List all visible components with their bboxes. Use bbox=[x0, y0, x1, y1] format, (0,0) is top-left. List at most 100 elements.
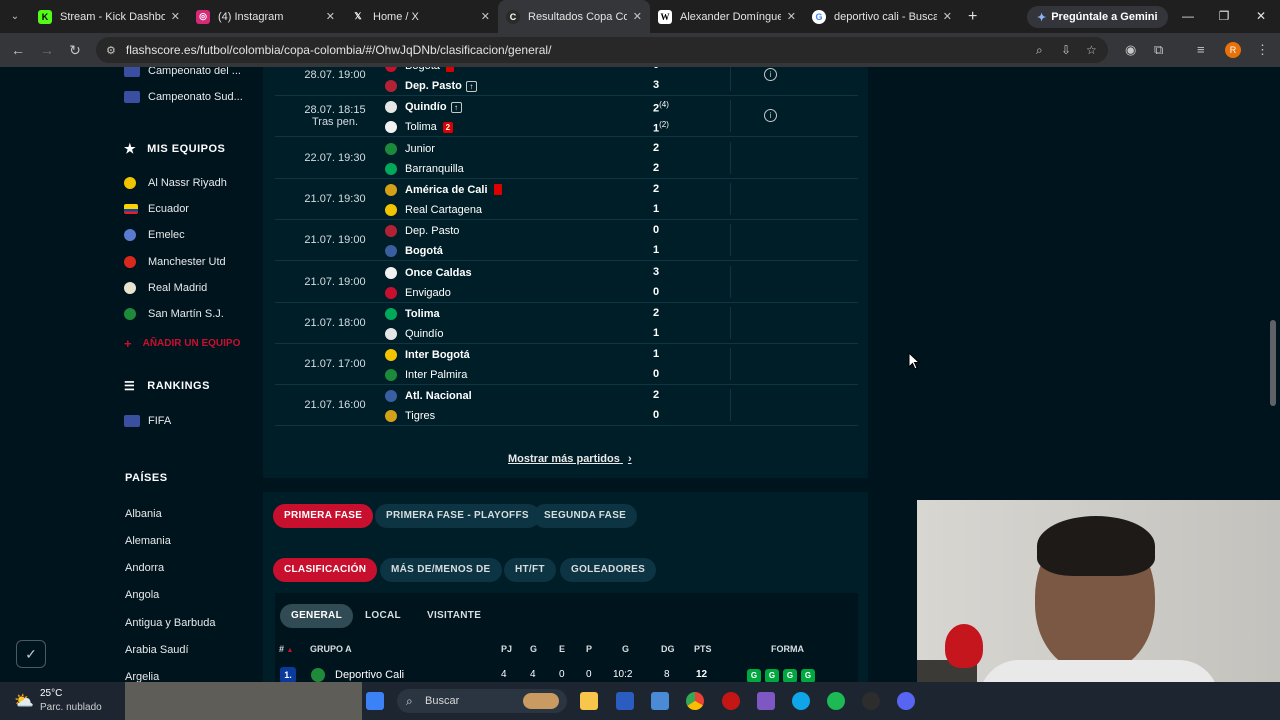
close-tab-icon[interactable]: ✕ bbox=[633, 10, 642, 23]
add-team-link[interactable]: + AÑADIR UN EQUIPO bbox=[124, 336, 240, 351]
home-team[interactable]: Inter Bogotá bbox=[385, 347, 470, 363]
tab-visitante[interactable]: VISITANTE bbox=[416, 604, 492, 628]
teams-icon[interactable] bbox=[757, 692, 775, 710]
away-team[interactable]: Barranquilla bbox=[385, 161, 464, 177]
match-row[interactable]: 28.07. 18:15 Tras pen. Quindío ↑ Tolima 2 2(4)… bbox=[275, 96, 858, 138]
tab-mas-menos[interactable]: MÁS DE/MENOS DE bbox=[380, 558, 502, 582]
info-icon[interactable]: i bbox=[764, 109, 777, 123]
tab-kick[interactable]: K Stream - Kick Dashbo ✕ bbox=[30, 0, 188, 33]
match-row[interactable]: 22.07. 19:30 Junior Barranquilla 2 2 bbox=[275, 138, 858, 179]
form-win-badge[interactable]: G bbox=[765, 669, 779, 682]
address-bar[interactable]: ⚙ flashscore.es/futbol/colombia/copa-col… bbox=[96, 37, 1108, 63]
away-team[interactable]: Tigres bbox=[385, 408, 435, 424]
taskbar-search[interactable]: ⌕ Buscar bbox=[397, 689, 567, 713]
tab-wikipedia[interactable]: W Alexander Domínguez ✕ bbox=[650, 0, 804, 33]
country-link[interactable]: Albania bbox=[125, 508, 162, 520]
country-link[interactable]: Andorra bbox=[125, 562, 164, 574]
back-icon[interactable]: ← bbox=[4, 42, 32, 58]
restore-icon[interactable]: ❐ bbox=[1206, 0, 1242, 33]
home-team[interactable]: Junior bbox=[385, 141, 435, 157]
home-team[interactable]: Atl. Nacional bbox=[385, 388, 472, 404]
site-settings-icon[interactable]: ⚙ bbox=[106, 44, 116, 57]
match-row[interactable]: 28.07. 19:00 Bogotá Dep. Pasto↑ 0 3 i bbox=[275, 67, 858, 96]
home-team[interactable]: Once Caldas bbox=[385, 265, 472, 281]
spotify-icon[interactable] bbox=[827, 692, 845, 710]
extensions-puzzle-icon[interactable]: ⧉ bbox=[1154, 33, 1163, 67]
tab-x[interactable]: 𝕏 Home / X ✕ bbox=[343, 0, 498, 33]
zoom-icon[interactable]: ⌕ bbox=[1036, 43, 1043, 58]
discord-icon[interactable] bbox=[897, 692, 915, 710]
away-team[interactable]: Envigado bbox=[385, 285, 451, 301]
tab-ht-ft[interactable]: HT/FT bbox=[504, 558, 556, 582]
match-report-icon[interactable]: ↑ bbox=[450, 101, 462, 113]
url-text[interactable]: flashscore.es/futbol/colombia/copa-colom… bbox=[126, 43, 552, 57]
tab-instagram[interactable]: ◎ (4) Instagram ✕ bbox=[188, 0, 343, 33]
sidebar-item-competition[interactable]: Campeonato Sud... bbox=[124, 91, 243, 103]
sidebar-item-ranking[interactable]: FIFA bbox=[124, 415, 171, 427]
away-team[interactable]: Tolima 2 bbox=[385, 119, 453, 135]
tab-goleadores[interactable]: GOLEADORES bbox=[560, 558, 657, 582]
match-report-icon[interactable]: ↑ bbox=[465, 80, 477, 92]
sidebar-item-team[interactable]: Al Nassr Riyadh bbox=[124, 177, 227, 189]
install-app-icon[interactable]: ⇩ bbox=[1061, 43, 1071, 57]
form-win-badge[interactable]: G bbox=[801, 669, 815, 682]
match-row[interactable]: 21.07. 19:30 América de Cali Real Cartagen… bbox=[275, 179, 858, 220]
media-controls-icon[interactable]: ≡ bbox=[1197, 33, 1205, 67]
col-pj[interactable]: PJ bbox=[501, 644, 512, 654]
away-team[interactable]: Dep. Pasto ↑ bbox=[385, 78, 477, 94]
new-tab-icon[interactable]: + bbox=[968, 8, 977, 26]
tab-search-icon[interactable]: ⌄ bbox=[0, 11, 30, 22]
close-tab-icon[interactable]: ✕ bbox=[943, 10, 952, 23]
edge-icon[interactable] bbox=[792, 692, 810, 710]
close-tab-icon[interactable]: ✕ bbox=[787, 10, 796, 23]
match-row[interactable]: 21.07. 19:00 Once Caldas Envigado 3 0 bbox=[275, 262, 858, 303]
word-icon[interactable] bbox=[616, 692, 634, 710]
country-link[interactable]: Argelia bbox=[125, 671, 159, 682]
home-team[interactable]: América de Cali bbox=[385, 182, 502, 198]
col-g[interactable]: G bbox=[530, 644, 537, 654]
match-row[interactable]: 21.07. 16:00 Atl. Nacional Tigres 2 0 bbox=[275, 385, 858, 427]
country-link[interactable]: Alemania bbox=[125, 535, 171, 547]
close-tab-icon[interactable]: ✕ bbox=[326, 10, 335, 23]
col-goals[interactable]: G bbox=[622, 644, 629, 654]
file-explorer-icon[interactable] bbox=[580, 692, 598, 710]
profile-avatar[interactable]: R bbox=[1225, 42, 1241, 58]
match-row[interactable]: 21.07. 17:00 Inter Bogotá Inter Palmira 1 0 bbox=[275, 344, 858, 386]
country-link[interactable]: Angola bbox=[125, 589, 159, 601]
form-win-badge[interactable]: G bbox=[747, 669, 761, 682]
extension-icon[interactable]: ◉ bbox=[1125, 33, 1136, 67]
chrome-icon[interactable] bbox=[686, 692, 704, 710]
match-row[interactable]: 21.07. 19:00 Dep. Pasto Bogotá 0 1 bbox=[275, 220, 858, 262]
home-team[interactable]: Dep. Pasto bbox=[385, 223, 459, 239]
country-link[interactable]: Arabia Saudí bbox=[125, 644, 189, 656]
sidebar-item-team[interactable]: San Martín S.J. bbox=[124, 308, 224, 320]
col-e[interactable]: E bbox=[559, 644, 565, 654]
sidebar-item-team[interactable]: Real Madrid bbox=[124, 282, 207, 294]
sidebar-item-team[interactable]: Ecuador bbox=[124, 203, 189, 215]
menu-kebab-icon[interactable]: ⋮ bbox=[1256, 33, 1269, 67]
bookmark-star-icon[interactable]: ☆ bbox=[1086, 43, 1097, 57]
tab-flashscore[interactable]: C Resultados Copa Colom ✕ bbox=[498, 0, 650, 33]
windows-start-icon[interactable] bbox=[366, 692, 384, 710]
shield-check-icon[interactable]: ✓ bbox=[16, 640, 46, 668]
notepad-icon[interactable] bbox=[651, 692, 669, 710]
tab-primera-fase-playoffs[interactable]: PRIMERA FASE - PLAYOFFS bbox=[375, 504, 540, 528]
sort-by-rank-button[interactable]: # ▲ bbox=[279, 644, 293, 654]
obs-icon[interactable] bbox=[862, 692, 880, 710]
show-more-matches-link[interactable]: Mostrar más partidos › bbox=[508, 453, 632, 465]
away-team[interactable]: Real Cartagena bbox=[385, 202, 482, 218]
close-tab-icon[interactable]: ✕ bbox=[481, 10, 490, 23]
tab-google[interactable]: G deportivo cali - Buscar ✕ bbox=[804, 0, 960, 33]
table-row[interactable]: 1. Deportivo Cali 4 4 0 0 10:2 8 12 GGGG bbox=[275, 664, 858, 682]
scrollbar-thumb[interactable] bbox=[1270, 320, 1276, 406]
home-team[interactable]: Tolima bbox=[385, 306, 440, 322]
col-dg[interactable]: DG bbox=[661, 644, 675, 654]
close-tab-icon[interactable]: ✕ bbox=[171, 10, 180, 23]
tab-general[interactable]: GENERAL bbox=[280, 604, 353, 628]
home-team[interactable]: Bogotá bbox=[385, 67, 454, 74]
forward-icon[interactable]: → bbox=[33, 42, 61, 58]
sidebar-item-team[interactable]: Emelec bbox=[124, 229, 185, 241]
col-pts[interactable]: PTS bbox=[694, 644, 712, 654]
app-icon[interactable] bbox=[722, 692, 740, 710]
tab-local[interactable]: LOCAL bbox=[354, 604, 412, 628]
